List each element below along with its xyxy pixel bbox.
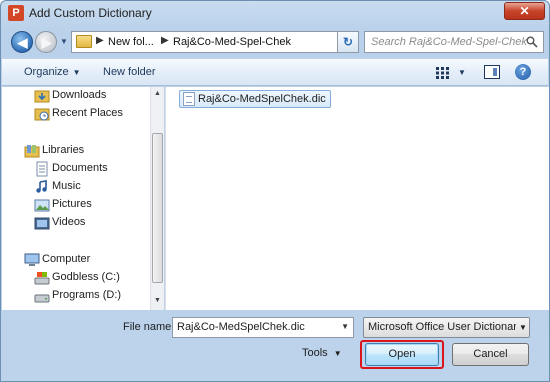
sidebar-item-label: Pictures xyxy=(52,198,92,210)
drive-icon xyxy=(34,272,50,285)
list-item[interactable]: Raj&Co-MedSpelChek.dic xyxy=(179,90,331,108)
organize-button[interactable]: Organize ▼ xyxy=(24,66,81,78)
file-name-field[interactable]: Raj&Co-MedSpelChek.dic ▼ xyxy=(172,317,354,338)
breadcrumb-separator[interactable]: ▶ xyxy=(96,35,104,46)
videos-icon xyxy=(34,217,50,230)
sidebar-item-label: Libraries xyxy=(42,144,85,156)
pictures-icon xyxy=(34,199,50,212)
file-name-label: File name: xyxy=(123,321,175,333)
tools-label: Tools xyxy=(302,347,328,359)
views-dropdown-icon[interactable]: ▼ xyxy=(458,68,466,77)
tools-button[interactable]: Tools ▼ xyxy=(302,347,342,359)
file-name-value: Raj&Co-MedSpelChek.dic xyxy=(177,321,305,333)
scroll-down-icon[interactable]: ▼ xyxy=(154,297,161,304)
help-icon[interactable]: ? xyxy=(515,64,531,80)
libraries-icon xyxy=(24,145,40,158)
chevron-down-icon: ▼ xyxy=(333,349,342,358)
refresh-button[interactable]: ↻ xyxy=(337,31,359,53)
file-list[interactable]: Raj&Co-MedSpelChek.dic xyxy=(165,87,549,310)
powerpoint-icon: P xyxy=(8,5,24,21)
close-button[interactable]: ✕ xyxy=(504,2,545,20)
search-placeholder: Search Raj&Co-Med-Spel-Chek xyxy=(371,36,527,48)
recent-locations-dropdown[interactable]: ▼ xyxy=(60,38,68,46)
chevron-down-icon[interactable]: ▼ xyxy=(341,322,349,331)
music-icon xyxy=(36,180,47,193)
sidebar-item-label: Documents xyxy=(52,162,108,174)
folder-icon xyxy=(76,35,92,48)
sidebar-item-label: Godbless (C:) xyxy=(52,271,120,283)
sidebar-item-label: Computer xyxy=(42,253,91,265)
back-button[interactable]: ◀ xyxy=(11,31,33,53)
file-type-value: Microsoft Office User Dictionary xyxy=(368,321,523,333)
search-input[interactable]: Search Raj&Co-Med-Spel-Chek xyxy=(364,31,544,53)
sidebar-item-label: Programs (D:) xyxy=(52,289,122,301)
downloads-folder-icon xyxy=(34,90,50,103)
cancel-button[interactable]: Cancel xyxy=(452,343,529,366)
chevron-down-icon: ▼ xyxy=(72,68,81,77)
dialog-window: P Add Custom Dictionary ✕ ◀ ▶ ▼ ▶ New fo… xyxy=(0,0,550,382)
recent-places-icon xyxy=(34,108,50,121)
computer-icon xyxy=(24,253,40,266)
forward-arrow-icon: ▶ xyxy=(41,35,52,50)
documents-icon xyxy=(36,161,48,177)
sidebar-item-label: Music xyxy=(52,180,81,192)
sidebar-item-label: Downloads xyxy=(52,89,107,101)
navigation-scrollbar[interactable]: ▲ ▼ xyxy=(150,87,164,310)
scrollbar-thumb[interactable] xyxy=(152,133,163,283)
chevron-down-icon[interactable]: ▼ xyxy=(516,318,529,337)
window-title: Add Custom Dictionary xyxy=(29,6,152,20)
search-icon[interactable] xyxy=(526,36,538,48)
new-folder-button[interactable]: New folder xyxy=(103,66,156,78)
command-toolbar: Organize ▼ New folder ▼ ? xyxy=(2,58,548,86)
file-type-select[interactable]: Microsoft Office User Dictionary ▼ xyxy=(363,317,530,338)
navigation-pane[interactable]: Downloads Recent Places Libraries Docume… xyxy=(2,87,150,310)
drive-icon xyxy=(34,294,50,303)
dictionary-file-icon xyxy=(183,92,195,106)
address-bar[interactable]: ▶ New fol... ▶ Raj&Co-Med-Spel-Chek ▼ xyxy=(71,31,395,53)
title-bar: P Add Custom Dictionary ✕ xyxy=(1,1,549,25)
file-name: Raj&Co-MedSpelChek.dic xyxy=(198,93,326,105)
views-icon[interactable] xyxy=(436,67,450,79)
back-arrow-icon: ◀ xyxy=(17,35,28,50)
open-button[interactable]: Open xyxy=(365,343,439,366)
preview-pane-icon[interactable] xyxy=(484,65,500,79)
scroll-up-icon[interactable]: ▲ xyxy=(154,90,161,97)
breadcrumb-new-folder[interactable]: New fol... xyxy=(108,36,154,48)
breadcrumb-separator[interactable]: ▶ xyxy=(161,35,169,46)
sidebar-item-label: Videos xyxy=(52,216,86,228)
organize-label: Organize xyxy=(24,66,69,78)
sidebar-item-label: Recent Places xyxy=(52,107,123,119)
forward-button[interactable]: ▶ xyxy=(35,31,57,53)
breadcrumb-current-folder[interactable]: Raj&Co-Med-Spel-Chek xyxy=(173,36,291,48)
